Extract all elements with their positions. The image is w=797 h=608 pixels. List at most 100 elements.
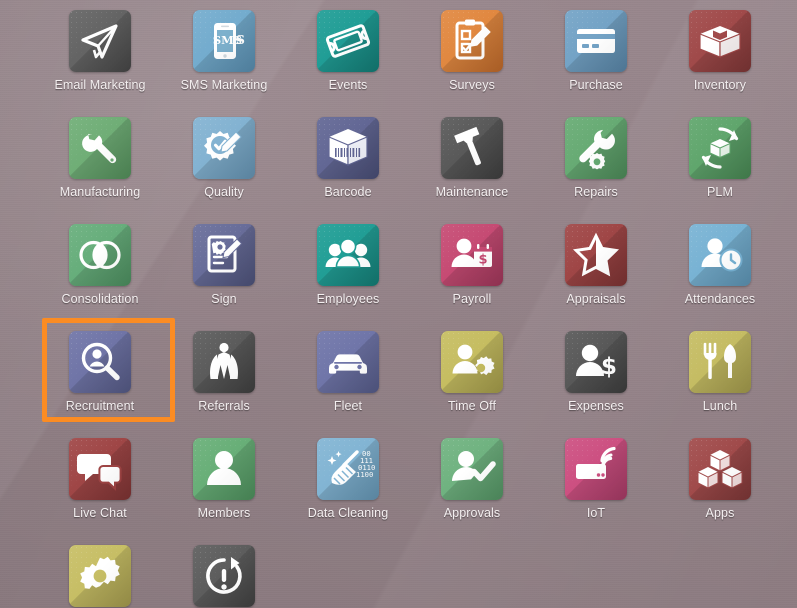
hammer-icon-glyph bbox=[454, 126, 481, 166]
barcode-box-icon[interactable] bbox=[317, 117, 379, 179]
app-item-surveys[interactable]: Surveys bbox=[410, 10, 534, 92]
app-item-employees[interactable]: Employees bbox=[286, 224, 410, 306]
app-label: Barcode bbox=[324, 185, 372, 199]
car-icon-glyph bbox=[329, 354, 367, 374]
app-item-inventory[interactable]: Inventory bbox=[658, 10, 782, 92]
fork-knife-icon-glyph bbox=[703, 342, 736, 380]
app-item-purchase[interactable]: Purchase bbox=[534, 10, 658, 92]
venn-circles-icon[interactable] bbox=[69, 224, 131, 286]
person-check-icon[interactable] bbox=[441, 438, 503, 500]
update-warning-icon-glyph bbox=[206, 557, 242, 594]
app-item-email-marketing[interactable]: Email Marketing bbox=[38, 10, 162, 92]
signed-doc-icon[interactable] bbox=[193, 224, 255, 286]
app-item-sign[interactable]: Sign bbox=[162, 224, 286, 306]
app-label: Maintenance bbox=[435, 185, 509, 199]
app-item-approvals[interactable]: Approvals bbox=[410, 438, 534, 520]
person-clock-icon-glyph bbox=[701, 238, 743, 272]
cape-person-icon[interactable] bbox=[193, 331, 255, 393]
person-money-icon[interactable]: $ bbox=[441, 224, 503, 286]
person-dollar-icon[interactable]: $ bbox=[565, 331, 627, 393]
app-item-members[interactable]: Members bbox=[162, 438, 286, 520]
app-item-recruitment[interactable]: Recruitment bbox=[38, 331, 162, 413]
iot-box-wifi-icon-glyph bbox=[576, 446, 616, 479]
people-group-icon[interactable] bbox=[317, 224, 379, 286]
person-search-icon[interactable] bbox=[69, 331, 131, 393]
app-item-gear[interactable] bbox=[38, 545, 162, 607]
app-label: Purchase bbox=[569, 78, 623, 92]
clipboard-pen-icon[interactable] bbox=[441, 10, 503, 72]
app-item-consolidation[interactable]: Consolidation bbox=[38, 224, 162, 306]
cycle-box-icon[interactable] bbox=[689, 117, 751, 179]
app-label: Members bbox=[197, 506, 251, 520]
app-item-attendances[interactable]: Attendances bbox=[658, 224, 782, 306]
app-item-sms-marketing[interactable]: SMSSMS SMS Marketing bbox=[162, 10, 286, 92]
paper-plane-icon[interactable] bbox=[69, 10, 131, 72]
app-item-time-off[interactable]: Time Off bbox=[410, 331, 534, 413]
app-item-appraisals[interactable]: Appraisals bbox=[534, 224, 658, 306]
wrench-icon-glyph bbox=[82, 133, 117, 164]
app-label: Consolidation bbox=[61, 292, 139, 306]
app-label: Attendances bbox=[684, 292, 756, 306]
app-item-payroll[interactable]: $ Payroll bbox=[410, 224, 534, 306]
car-icon[interactable] bbox=[317, 331, 379, 393]
svg-text:1100: 1100 bbox=[356, 470, 373, 479]
open-box-icon[interactable] bbox=[689, 10, 751, 72]
credit-card-icon[interactable] bbox=[565, 10, 627, 72]
app-label: Lunch bbox=[702, 399, 738, 413]
person-dollar-icon-glyph: $ bbox=[576, 344, 617, 380]
app-label: Time Off bbox=[447, 399, 497, 413]
app-item-apps[interactable]: Apps bbox=[658, 438, 782, 520]
person-gear-icon[interactable] bbox=[441, 331, 503, 393]
app-label: Quality bbox=[204, 185, 244, 199]
half-star-icon[interactable] bbox=[565, 224, 627, 286]
app-label: Employees bbox=[316, 292, 380, 306]
person-clock-icon[interactable] bbox=[689, 224, 751, 286]
app-item-manufacturing[interactable]: Manufacturing bbox=[38, 117, 162, 199]
app-item-quality[interactable]: Quality bbox=[162, 117, 286, 199]
hammer-icon[interactable] bbox=[441, 117, 503, 179]
app-grid: Email Marketing SMSSMS SMS Marketing Events… bbox=[0, 0, 797, 608]
venn-circles-icon-glyph bbox=[79, 240, 121, 270]
gear-icon[interactable] bbox=[69, 545, 131, 607]
app-item-update-warning[interactable] bbox=[162, 545, 286, 607]
app-label: Inventory bbox=[693, 78, 747, 92]
broom-binary-icon[interactable]: 00 111 0110 1100 bbox=[317, 438, 379, 500]
people-group-icon-glyph bbox=[325, 238, 371, 268]
gear-check-pen-icon[interactable] bbox=[193, 117, 255, 179]
person-icon[interactable] bbox=[193, 438, 255, 500]
app-label: Sign bbox=[211, 292, 237, 306]
cycle-box-icon-glyph bbox=[701, 127, 739, 169]
app-item-iot[interactable]: IoT bbox=[534, 438, 658, 520]
paper-plane-icon-glyph bbox=[81, 24, 118, 59]
app-item-lunch[interactable]: Lunch bbox=[658, 331, 782, 413]
app-item-expenses[interactable]: $ Expenses bbox=[534, 331, 658, 413]
iot-box-wifi-icon[interactable] bbox=[565, 438, 627, 500]
svg-text:$: $ bbox=[601, 354, 617, 380]
app-item-plm[interactable]: PLM bbox=[658, 117, 782, 199]
speech-bubbles-icon[interactable] bbox=[69, 438, 131, 500]
person-check-icon-glyph bbox=[452, 451, 496, 482]
fork-knife-icon[interactable] bbox=[689, 331, 751, 393]
app-label: Payroll bbox=[452, 292, 492, 306]
svg-text:SMS: SMS bbox=[213, 33, 242, 47]
cubes-icon[interactable] bbox=[689, 438, 751, 500]
app-item-barcode[interactable]: Barcode bbox=[286, 117, 410, 199]
ticket-icon[interactable] bbox=[317, 10, 379, 72]
app-item-fleet[interactable]: Fleet bbox=[286, 331, 410, 413]
app-item-maintenance[interactable]: Maintenance bbox=[410, 117, 534, 199]
update-warning-icon[interactable] bbox=[193, 545, 255, 607]
ticket-icon-glyph bbox=[325, 24, 371, 58]
app-label: Recruitment bbox=[65, 399, 135, 413]
app-item-referrals[interactable]: Referrals bbox=[162, 331, 286, 413]
app-item-live-chat[interactable]: Live Chat bbox=[38, 438, 162, 520]
app-label: Surveys bbox=[449, 78, 495, 92]
wrench-icon[interactable] bbox=[69, 117, 131, 179]
wrench-gear-icon-glyph bbox=[579, 129, 615, 170]
sms-phone-icon[interactable]: SMSSMS bbox=[193, 10, 255, 72]
wrench-gear-icon[interactable] bbox=[565, 117, 627, 179]
app-item-events[interactable]: Events bbox=[286, 10, 410, 92]
app-label: Email Marketing bbox=[54, 78, 146, 92]
app-item-repairs[interactable]: Repairs bbox=[534, 117, 658, 199]
app-item-data-cleaning[interactable]: 00 111 0110 1100 Data Cleaning bbox=[286, 438, 410, 520]
app-label: Apps bbox=[705, 506, 735, 520]
